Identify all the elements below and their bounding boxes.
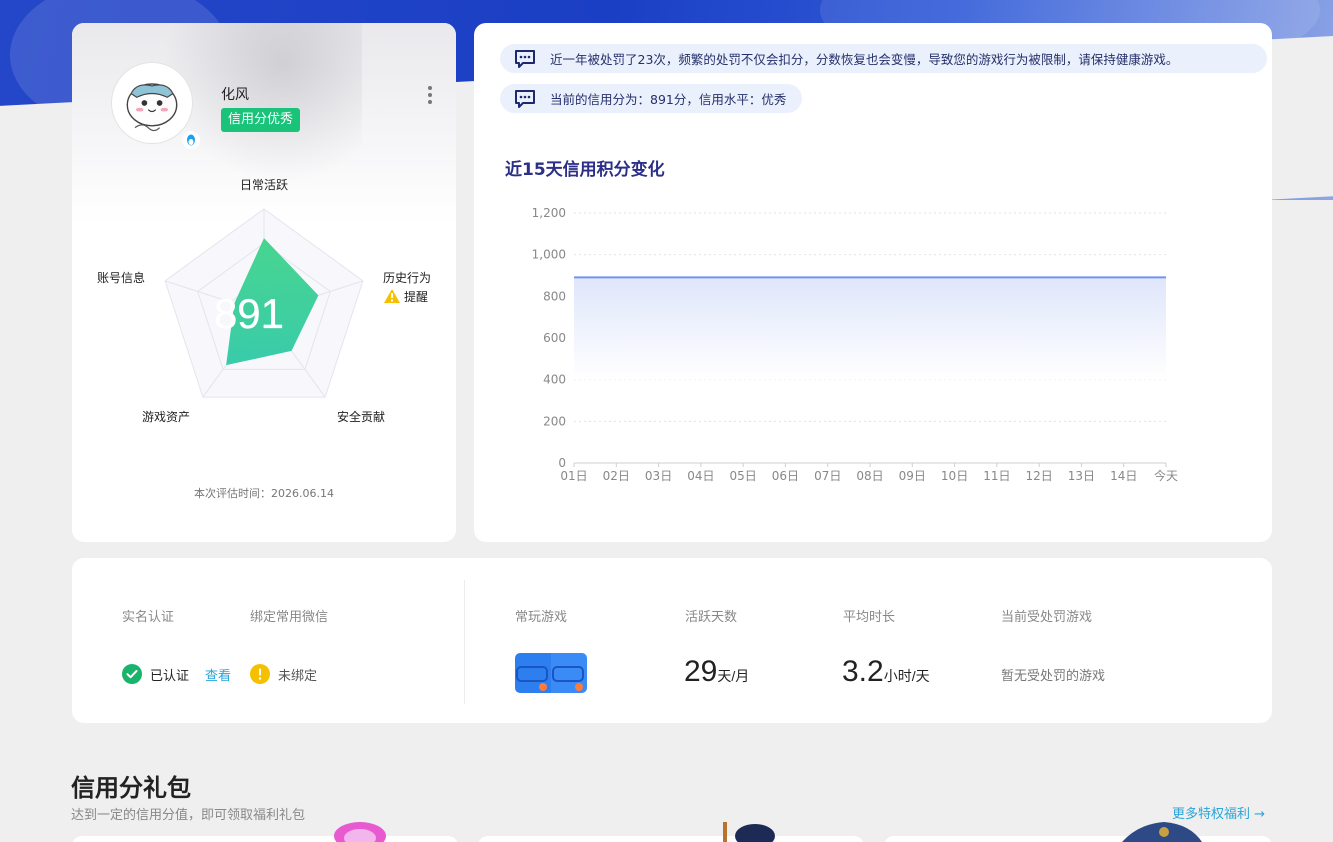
wechat-status: 未绑定 [250, 664, 317, 684]
radar-axis-label: 安全贡献 [337, 409, 385, 424]
trend-area [574, 277, 1166, 380]
realname-label: 实名认证 [122, 610, 175, 625]
credit-trend-chart: 0 200 400 600 800 1,000 1,200 01日 02日 03日 04日 05日 06… [532, 206, 1178, 483]
credit-level-badge: 信用分优秀 [221, 108, 301, 132]
wechat-label: 绑定常用微信 [250, 610, 329, 625]
gift-card[interactable] [478, 836, 864, 842]
more-options-icon[interactable] [424, 84, 436, 106]
avatar[interactable] [112, 63, 192, 143]
y-tick-label: 800 [543, 289, 566, 303]
y-tick-label: 0 [558, 456, 566, 470]
frequent-game-icon[interactable] [515, 653, 587, 693]
message-icon [515, 89, 535, 108]
radar-axis-label: 历史行为 [383, 271, 431, 285]
radar-axis-label: 日常活跃 [240, 178, 288, 192]
x-tick-label: 08日 [856, 469, 883, 483]
gift-card[interactable] [884, 836, 1272, 842]
x-tick-label: 02日 [603, 469, 630, 483]
score-notice: 当前的信用分为：891分，信用水平：优秀 [500, 84, 803, 113]
message-icon [515, 49, 535, 68]
y-tick-label: 400 [543, 373, 566, 387]
x-tick-label: 05日 [730, 469, 757, 483]
gift-character-art [723, 822, 775, 842]
active-days-unit: 天/月 [717, 668, 750, 684]
penalty-game-value: 暂无受处罚的游戏 [1001, 669, 1106, 684]
avg-time-unit: 小时/天 [883, 668, 930, 684]
avg-time-label: 平均时长 [843, 610, 896, 625]
history-warning-label: 提醒 [404, 289, 428, 304]
gift-section-subtitle: 达到一定的信用分值，即可领取福利礼包 [71, 808, 306, 823]
verified-check-icon [122, 664, 142, 684]
avatar-character-icon [114, 65, 190, 141]
active-days-label: 活跃天数 [685, 610, 738, 625]
penalty-game-label: 当前受处罚游戏 [1001, 610, 1093, 625]
credit-trend-card: 近一年被处罚了23次，频繁的处罚不仅会扣分，分数恢复也会变慢，导致您的游戏行为被… [474, 23, 1272, 542]
active-days-number: 29 [684, 655, 718, 688]
stats-divider [464, 580, 465, 704]
x-tick-label: 01日 [560, 469, 587, 483]
penalty-notice: 近一年被处罚了23次，频繁的处罚不仅会扣分，分数恢复也会变慢，导致您的游戏行为被… [500, 44, 1267, 73]
x-tick-label: 14日 [1110, 469, 1137, 483]
profile-card: 化风 信用分优秀 891 日常活跃 历史行为 安全贡献 游戏资产 账号信息 提醒… [72, 23, 456, 542]
radar-axis-label: 游戏资产 [142, 410, 190, 424]
gift-card[interactable] [72, 836, 458, 842]
frequent-game-label: 常玩游戏 [515, 610, 568, 625]
credit-score-value: 891 [214, 290, 284, 337]
realname-status: 已认证 查看 [122, 664, 231, 684]
gift-character-art [334, 822, 386, 842]
x-tick-label: 03日 [645, 469, 672, 483]
evaluation-time: 本次评估时间：2026.06.14 [194, 487, 334, 500]
score-notice-text: 当前的信用分为：891分，信用水平：优秀 [550, 92, 787, 107]
x-tick-label: 12日 [1026, 469, 1053, 483]
x-tick-label: 09日 [899, 469, 926, 483]
account-stats-card: 实名认证 绑定常用微信 已认证 查看 未绑定 常玩游戏 活跃天数 平均时长 当前… [72, 558, 1272, 723]
x-tick-label: 今天 [1154, 468, 1178, 483]
credit-radar-chart: 891 日常活跃 历史行为 安全贡献 游戏资产 账号信息 提醒 [97, 178, 431, 424]
x-tick-label: 11日 [983, 469, 1010, 483]
active-days-value: 29天/月 [684, 655, 749, 689]
avg-time-value: 3.2小时/天 [842, 655, 930, 689]
qq-penguin-icon [182, 131, 200, 149]
gift-section-title: 信用分礼包 [71, 774, 191, 802]
username: 化风 [221, 87, 249, 103]
warning-icon [384, 289, 400, 303]
x-tick-label: 07日 [814, 469, 841, 483]
y-tick-label: 600 [543, 331, 566, 345]
x-tick-label: 10日 [941, 469, 968, 483]
wechat-status-text: 未绑定 [278, 668, 318, 684]
radar-axis-label: 账号信息 [97, 270, 145, 285]
avg-time-number: 3.2 [842, 655, 884, 688]
view-link[interactable]: 查看 [205, 665, 231, 684]
character-art [162, 23, 362, 183]
penalty-notice-text: 近一年被处罚了23次，频繁的处罚不仅会扣分，分数恢复也会变慢，导致您的游戏行为被… [550, 52, 1179, 67]
y-tick-label: 1,000 [532, 248, 566, 262]
chart-title: 近15天信用积分变化 [505, 160, 665, 180]
x-tick-label: 04日 [687, 469, 714, 483]
x-tick-label: 13日 [1068, 469, 1095, 483]
realname-status-text: 已认证 [150, 668, 190, 684]
warning-circle-icon [250, 664, 270, 684]
y-tick-label: 1,200 [532, 206, 566, 220]
gift-character-art [1122, 822, 1202, 842]
x-tick-label: 06日 [772, 469, 799, 483]
y-tick-label: 200 [543, 414, 566, 428]
